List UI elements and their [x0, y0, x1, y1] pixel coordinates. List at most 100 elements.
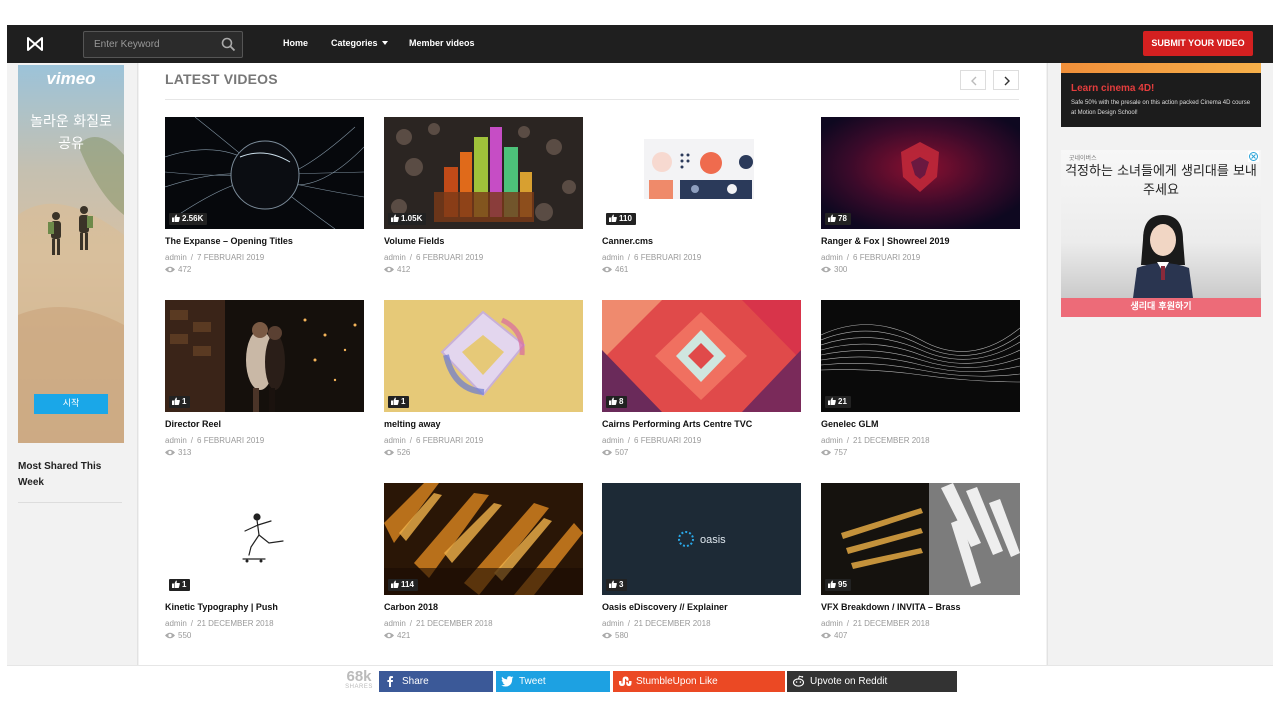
- stumbleupon-button[interactable]: StumbleUpon Like: [613, 671, 785, 692]
- author-link[interactable]: admin: [384, 619, 406, 628]
- search-input[interactable]: [84, 32, 214, 57]
- vimeo-ad-banner[interactable]: vimeo 놀라운 화질로 공유 시작: [18, 65, 124, 443]
- nav-categories[interactable]: Categories: [331, 38, 388, 48]
- likes-badge: 114: [388, 579, 418, 591]
- eye-icon: [821, 632, 831, 639]
- video-date: 6 FEBRUARI 2019: [416, 253, 484, 262]
- reddit-icon: [792, 675, 805, 687]
- video-title-link[interactable]: Carbon 2018: [384, 602, 583, 612]
- video-thumbnail[interactable]: 1.05K: [384, 117, 583, 229]
- adchoices-icon[interactable]: [1248, 151, 1259, 162]
- video-card: 1.05K Volume Fields admin/6 FEBRUARI 201…: [384, 117, 583, 277]
- prev-arrow-button[interactable]: [960, 70, 986, 90]
- left-sidebar: vimeo 놀라운 화질로 공유 시작 Most Shared This Wee…: [7, 63, 138, 695]
- submit-video-button[interactable]: SUBMIT YOUR VIDEO: [1143, 31, 1253, 56]
- video-card: oasis 3 Oasis eDiscovery // Explainer ad…: [602, 483, 801, 643]
- video-meta: admin/21 DECEMBER 2018: [165, 619, 274, 628]
- author-link[interactable]: admin: [821, 253, 843, 262]
- video-date: 6 FEBRUARI 2019: [634, 253, 702, 262]
- view-count: 757: [821, 448, 847, 457]
- twitter-tweet-button[interactable]: Tweet: [496, 671, 610, 692]
- main-content: LATEST VIDEOS 2.56K The Expanse – Openin…: [139, 63, 1046, 695]
- meta-separator: /: [409, 253, 413, 262]
- view-count-value: 580: [615, 631, 629, 640]
- video-thumbnail[interactable]: 1: [384, 300, 583, 412]
- author-link[interactable]: admin: [602, 436, 624, 445]
- charity-ad-banner[interactable]: 굿네이버스 걱정하는 소녀들에게 생리대를 보내주세요 생리대 후원하기: [1061, 150, 1261, 317]
- likes-count: 110: [619, 214, 632, 223]
- video-title-link[interactable]: Ranger & Fox | Showreel 2019: [821, 236, 1020, 246]
- view-count: 421: [384, 631, 410, 640]
- video-card: 21 Genelec GLM admin/21 DECEMBER 2018 75…: [821, 300, 1020, 460]
- author-link[interactable]: admin: [165, 619, 187, 628]
- eye-icon: [602, 632, 612, 639]
- eye-icon: [165, 449, 175, 456]
- eye-icon: [165, 266, 175, 273]
- author-link[interactable]: admin: [821, 436, 843, 445]
- video-title-link[interactable]: Oasis eDiscovery // Explainer: [602, 602, 801, 612]
- divider: [18, 502, 122, 503]
- video-thumbnail[interactable]: 78: [821, 117, 1020, 229]
- browser-viewport: Home Categories Member videos SUBMIT YOU…: [7, 25, 1273, 695]
- video-title-link[interactable]: Canner.cms: [602, 236, 801, 246]
- eye-icon: [384, 632, 394, 639]
- video-title-link[interactable]: melting away: [384, 419, 583, 429]
- author-link[interactable]: admin: [821, 619, 843, 628]
- video-meta: admin/21 DECEMBER 2018: [821, 619, 930, 628]
- author-link[interactable]: admin: [384, 253, 406, 262]
- thumbs-up-icon: [609, 397, 617, 405]
- video-thumbnail[interactable]: oasis 3: [602, 483, 801, 595]
- reddit-upvote-label: Upvote on Reddit: [810, 676, 888, 687]
- thumbs-up-icon: [172, 580, 180, 588]
- next-arrow-button[interactable]: [993, 70, 1019, 90]
- view-count-value: 757: [834, 448, 848, 457]
- view-count: 407: [821, 631, 847, 640]
- eye-icon: [602, 266, 612, 273]
- video-meta: admin/6 FEBRUARI 2019: [165, 436, 264, 445]
- video-thumbnail[interactable]: 1: [165, 483, 364, 595]
- video-title-link[interactable]: Genelec GLM: [821, 419, 1020, 429]
- author-link[interactable]: admin: [602, 619, 624, 628]
- site-logo-icon[interactable]: [25, 34, 45, 54]
- meta-separator: /: [627, 436, 631, 445]
- meta-separator: /: [409, 619, 413, 628]
- video-thumbnail[interactable]: 95: [821, 483, 1020, 595]
- video-title-link[interactable]: The Expanse – Opening Titles: [165, 236, 364, 246]
- likes-badge: 21: [825, 396, 851, 408]
- author-link[interactable]: admin: [165, 253, 187, 262]
- author-link[interactable]: admin: [165, 436, 187, 445]
- share-count-label: SHARES: [345, 684, 373, 690]
- video-thumbnail[interactable]: 1: [165, 300, 364, 412]
- view-count: 461: [602, 265, 628, 274]
- likes-badge: 78: [825, 213, 851, 225]
- meta-separator: /: [409, 436, 413, 445]
- author-link[interactable]: admin: [602, 253, 624, 262]
- likes-badge: 1: [169, 579, 191, 591]
- ad-cta-button[interactable]: 생리대 후원하기: [1061, 298, 1261, 317]
- nav-categories-label: Categories: [331, 38, 378, 48]
- video-thumbnail[interactable]: 21: [821, 300, 1020, 412]
- video-date: 21 DECEMBER 2018: [853, 619, 930, 628]
- facebook-share-button[interactable]: Share: [379, 671, 493, 692]
- likes-count: 8: [619, 397, 624, 406]
- video-title-link[interactable]: VFX Breakdown / INVITA – Brass: [821, 602, 1020, 612]
- nav-home[interactable]: Home: [283, 38, 308, 48]
- video-title-link[interactable]: Cairns Performing Arts Centre TVC: [602, 419, 801, 429]
- view-count: 472: [165, 265, 191, 274]
- video-thumbnail[interactable]: 110: [602, 117, 801, 229]
- video-thumbnail[interactable]: 2.56K: [165, 117, 364, 229]
- cinema4d-ad-banner[interactable]: Learn cinema 4D! Safe 50% with the presa…: [1061, 63, 1261, 127]
- likes-badge: 95: [825, 579, 851, 591]
- likes-count: 95: [838, 580, 847, 589]
- video-title-link[interactable]: Volume Fields: [384, 236, 583, 246]
- video-thumbnail[interactable]: 8: [602, 300, 801, 412]
- search-icon[interactable]: [221, 37, 236, 52]
- eye-icon: [384, 449, 394, 456]
- ad-start-button[interactable]: 시작: [34, 394, 108, 414]
- video-thumbnail[interactable]: 114: [384, 483, 583, 595]
- nav-member-videos[interactable]: Member videos: [409, 38, 475, 48]
- video-title-link[interactable]: Director Reel: [165, 419, 364, 429]
- video-title-link[interactable]: Kinetic Typography | Push: [165, 602, 364, 612]
- reddit-upvote-button[interactable]: Upvote on Reddit: [787, 671, 957, 692]
- author-link[interactable]: admin: [384, 436, 406, 445]
